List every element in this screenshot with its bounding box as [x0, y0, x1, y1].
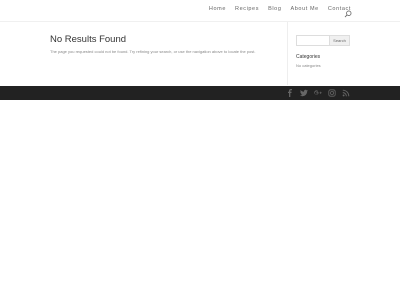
- nav-item-recipes[interactable]: Recipes: [235, 6, 259, 12]
- page-title: No Results Found: [50, 34, 127, 45]
- rss-icon[interactable]: [342, 89, 350, 97]
- sidebar-search-form: Search: [296, 35, 351, 46]
- main-nav: Home Recipes Blog About Me Contact: [209, 6, 351, 12]
- sidebar: Search Categories No categories: [296, 35, 351, 68]
- nav-item-home[interactable]: Home: [209, 6, 226, 12]
- twitter-icon[interactable]: [300, 89, 308, 97]
- facebook-icon[interactable]: [286, 89, 294, 97]
- nav-item-about-me[interactable]: About Me: [291, 6, 319, 12]
- main-content: No Results Found The page you requested …: [50, 34, 280, 54]
- site-header: Home Recipes Blog About Me Contact: [0, 0, 400, 21]
- nav-item-blog[interactable]: Blog: [268, 6, 281, 12]
- site-footer: [0, 86, 400, 100]
- sidebar-search-input[interactable]: [296, 35, 330, 46]
- search-icon[interactable]: [344, 5, 352, 18]
- categories-title: Categories: [296, 54, 321, 60]
- categories-empty-text: No categories: [296, 63, 321, 68]
- sidebar-divider: [287, 22, 288, 85]
- sidebar-search-button[interactable]: Search: [330, 35, 350, 46]
- google-plus-icon[interactable]: [314, 89, 322, 97]
- not-found-message: The page you requested could not be foun…: [50, 49, 256, 54]
- instagram-icon[interactable]: [328, 89, 336, 97]
- social-links: [286, 89, 350, 97]
